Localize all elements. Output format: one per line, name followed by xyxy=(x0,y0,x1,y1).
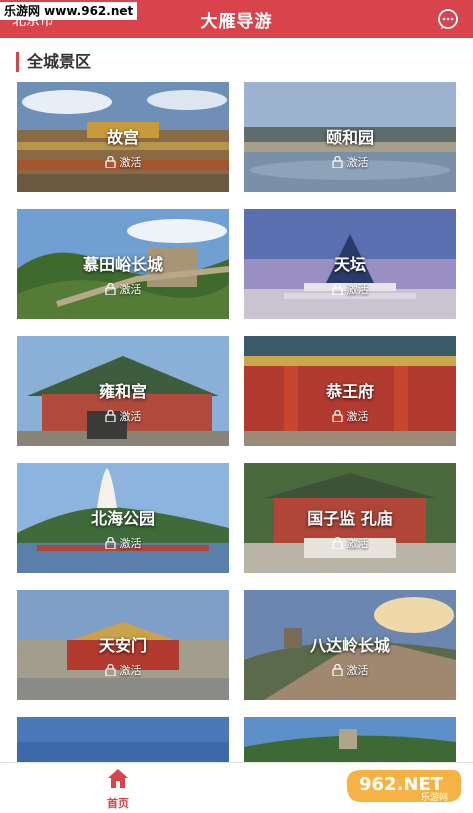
spot-card-guozijian[interactable]: 国子监 孔庙 激活 xyxy=(244,463,456,573)
activate-button[interactable]: 激活 xyxy=(244,662,456,678)
activate-label: 激活 xyxy=(346,283,369,296)
activate-label: 激活 xyxy=(346,410,369,423)
activate-label: 激活 xyxy=(119,283,142,296)
activate-button[interactable]: 激活 xyxy=(244,154,456,170)
activate-button[interactable]: 激活 xyxy=(17,535,229,551)
spot-name: 故宫 xyxy=(106,128,139,147)
activate-label: 激活 xyxy=(119,664,142,677)
spot-card-partial-left[interactable] xyxy=(17,717,229,762)
activate-label: 激活 xyxy=(119,156,142,169)
nav-home[interactable]: 首页 xyxy=(96,767,140,811)
activate-button[interactable]: 激活 xyxy=(244,408,456,424)
lock-icon xyxy=(104,663,116,677)
activate-button[interactable]: 激活 xyxy=(17,281,229,297)
spot-card-yiheyuan[interactable]: 颐和园 激活 xyxy=(244,82,456,192)
activate-label: 激活 xyxy=(119,537,142,550)
lock-icon xyxy=(331,663,343,677)
section-title: 全城景区 xyxy=(16,52,91,72)
spot-name: 雍和宫 xyxy=(98,382,147,401)
lock-icon xyxy=(104,409,116,423)
spot-name: 恭王府 xyxy=(325,382,374,401)
lock-icon xyxy=(331,282,343,296)
nav-home-label: 首页 xyxy=(107,797,129,810)
activate-button[interactable]: 激活 xyxy=(244,535,456,551)
activate-label: 激活 xyxy=(119,410,142,423)
spot-card-badaling[interactable]: 八达岭长城 激活 xyxy=(244,590,456,700)
spot-card-gongwangfu[interactable]: 恭王府 激活 xyxy=(244,336,456,446)
activate-button[interactable]: 激活 xyxy=(244,281,456,297)
activate-button[interactable]: 激活 xyxy=(17,154,229,170)
spot-card-yonghegong[interactable]: 雍和宫 激活 xyxy=(17,336,229,446)
chat-icon[interactable] xyxy=(437,8,459,30)
lock-icon xyxy=(104,155,116,169)
spot-card-tiantan[interactable]: 天坛 激活 xyxy=(244,209,456,319)
spot-name: 八达岭长城 xyxy=(309,636,390,655)
lock-icon xyxy=(331,536,343,550)
site-watermark: 乐游网 www.962.net xyxy=(0,2,138,20)
activate-button[interactable]: 激活 xyxy=(17,408,229,424)
brand-small-text: 乐游网 xyxy=(421,791,448,803)
lock-icon xyxy=(331,155,343,169)
activate-label: 激活 xyxy=(346,156,369,169)
lock-icon xyxy=(104,282,116,296)
spot-card-beihai[interactable]: 北海公园 激活 xyxy=(17,463,229,573)
spot-card-tiananmen[interactable]: 天安门 激活 xyxy=(17,590,229,700)
spot-name: 国子监 孔庙 xyxy=(307,509,393,528)
lock-icon xyxy=(331,409,343,423)
spot-name: 天坛 xyxy=(333,255,366,274)
spot-name: 天安门 xyxy=(98,636,147,655)
brand-big-text: 962.NET xyxy=(359,774,444,795)
brand-watermark: 962.NET 乐游网 xyxy=(346,770,462,803)
lock-icon xyxy=(104,536,116,550)
activate-label: 激活 xyxy=(346,537,369,550)
spot-card-mutianyu[interactable]: 慕田峪长城 激活 xyxy=(17,209,229,319)
spot-name: 慕田峪长城 xyxy=(82,255,163,274)
activate-button[interactable]: 激活 xyxy=(17,662,229,678)
spot-card-partial-right[interactable] xyxy=(244,717,456,762)
spot-card-gugong[interactable]: 故宫 激活 xyxy=(17,82,229,192)
spot-name: 北海公园 xyxy=(90,509,155,528)
spot-name: 颐和园 xyxy=(325,128,374,147)
partial-photo-right xyxy=(244,717,456,762)
activate-label: 激活 xyxy=(346,664,369,677)
partial-photo-left xyxy=(17,717,229,762)
home-icon xyxy=(108,769,128,788)
